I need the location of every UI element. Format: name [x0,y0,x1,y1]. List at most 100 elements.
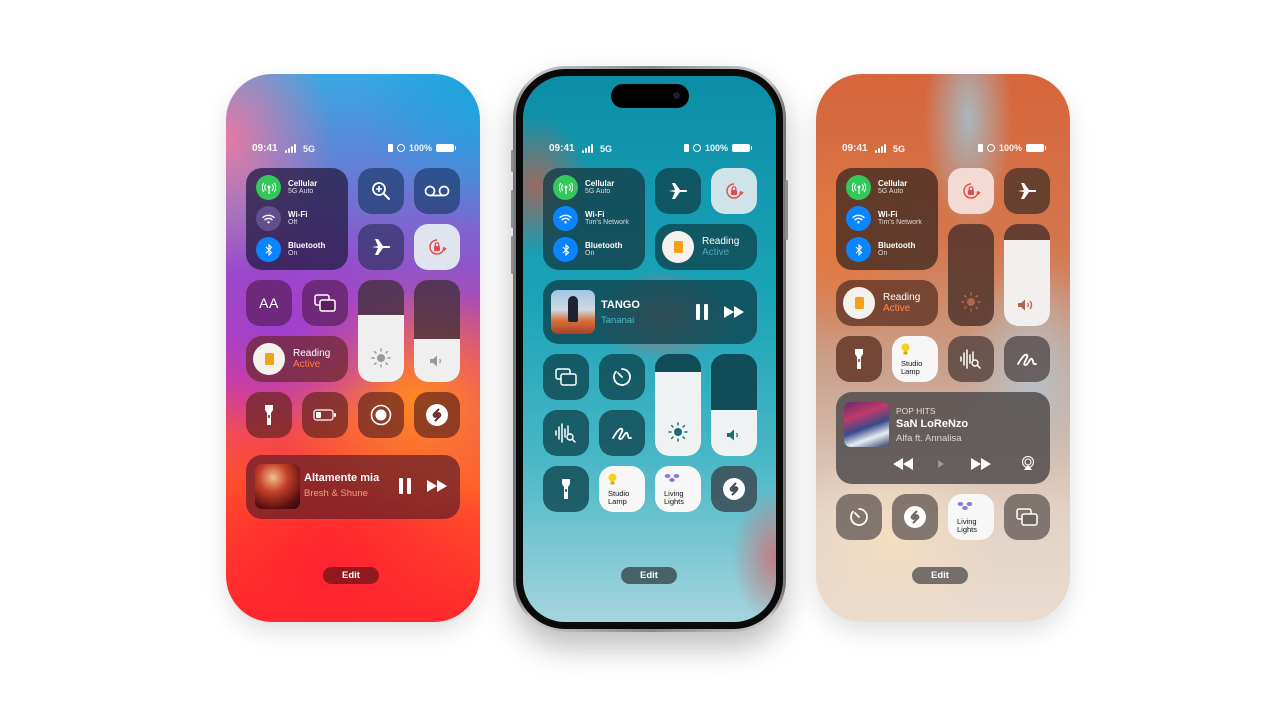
album-art [551,290,595,334]
brightness-slider[interactable] [948,224,994,326]
speaker-icon [727,429,738,441]
accessory-label-line2: Lights [664,496,685,506]
speaker-icon [430,355,441,367]
home-accessory-studio-lamp[interactable]: Studio Lamp [599,466,645,512]
play-button[interactable] [937,459,945,469]
connectivity-panel: Cellular 5G Auto Wi-Fi Tim's Network Bluet… [836,168,938,270]
timer-button[interactable] [836,494,882,540]
skip-forward-button[interactable] [426,479,448,493]
dynamic-island [611,84,689,108]
volume-up-button[interactable] [511,190,514,228]
phone-right-control-center: 09:41 5G 100% Cellular 5G Auto Wi-Fi Tim's… [816,74,1070,622]
brightness-slider[interactable] [655,354,701,456]
shazam-icon [904,506,926,528]
cellular-toggle[interactable]: Cellular 5G Auto [256,175,317,200]
rotation-lock-icon [429,239,447,255]
screen-mirroring-button[interactable] [543,354,589,400]
side-button[interactable] [785,180,788,240]
now-playing-widget[interactable]: POP HITS SaN LoReNzo Alfa ft. Annalisa [836,392,1050,484]
text-size-button[interactable]: AA [246,280,292,326]
shazam-button[interactable] [892,494,938,540]
timer-icon [613,368,631,386]
playlist-name: POP HITS [896,406,936,416]
edit-button[interactable]: Edit [323,567,379,584]
flashlight-button[interactable] [543,466,589,512]
low-power-mode-button[interactable] [302,392,348,438]
volume-slider[interactable] [414,280,460,382]
rotation-lock-button[interactable] [948,168,994,214]
flashlight-icon [855,349,863,369]
wifi-toggle[interactable]: Wi-Fi Tim's Network [846,206,922,231]
airplane-icon [669,183,688,199]
airplane-mode-button[interactable] [655,168,701,214]
home-accessory-living-lights[interactable]: Living Lights [655,466,701,512]
volume-slider[interactable] [711,354,757,456]
shazam-button[interactable] [414,392,460,438]
track-artist: Bresh & Shune [304,488,368,499]
timer-button[interactable] [599,354,645,400]
screen-mirroring-button[interactable] [302,280,348,326]
track-title: Altamente mia [304,472,380,484]
now-playing-widget[interactable]: TANGO Tananai [543,280,757,344]
airplane-mode-button[interactable] [1004,168,1050,214]
book-icon [854,297,864,309]
rotation-lock-button[interactable] [711,168,757,214]
wifi-toggle[interactable]: Wi-Fi Tim's Network [553,206,629,231]
pause-button[interactable] [695,303,709,321]
wifi-label: Wi-Fi [288,209,308,219]
reading-mode-toggle[interactable]: Reading Active [655,224,757,270]
wifi-icon [256,206,281,231]
network-type: 5G [893,144,906,154]
volume-down-button[interactable] [511,236,514,274]
edit-button[interactable]: Edit [621,567,677,584]
edit-button[interactable]: Edit [912,567,968,584]
skip-forward-button[interactable] [970,457,992,471]
track-title: SaN LoReNzo [896,418,969,430]
reading-state: Active [702,247,730,258]
bluetooth-toggle[interactable]: Bluetooth On [553,237,622,262]
wifi-label: Wi-Fi [585,209,605,219]
reading-mode-toggle[interactable]: Reading Active [246,336,348,382]
screen-mirroring-button[interactable] [1004,494,1050,540]
cellular-toggle[interactable]: Cellular 5G Auto [553,175,614,200]
rotation-lock-button[interactable] [414,224,460,270]
reading-mode-toggle[interactable]: Reading Active [836,280,938,326]
cellular-toggle[interactable]: Cellular 5G Auto [846,175,907,200]
markup-button[interactable] [1004,336,1050,382]
skip-forward-button[interactable] [723,305,745,319]
now-playing-widget[interactable]: Altamente mia Bresh & Shune [246,455,460,519]
flashlight-button[interactable] [246,392,292,438]
record-icon [370,404,392,426]
action-button[interactable] [511,150,514,172]
volume-slider[interactable] [1004,224,1050,326]
flashlight-icon [562,479,570,499]
home-accessory-studio-lamp[interactable]: Studio Lamp [892,336,938,382]
brightness-slider[interactable] [358,280,404,382]
flashlight-button[interactable] [836,336,882,382]
sound-recognition-button[interactable] [543,410,589,456]
wifi-toggle[interactable]: Wi-Fi Off [256,206,307,231]
airplane-mode-button[interactable] [358,224,404,270]
timer-icon [850,508,868,526]
home-accessory-living-lights[interactable]: Living Lights [948,494,994,540]
shazam-button[interactable] [711,466,757,512]
shazam-icon [426,404,448,426]
bluetooth-icon [256,237,281,262]
network-type: 5G [600,144,613,154]
airplane-icon [1018,183,1037,199]
bluetooth-toggle[interactable]: Bluetooth On [846,237,915,262]
signature-icon [1017,353,1037,366]
sound-recognition-button[interactable] [948,336,994,382]
voicemail-button[interactable] [414,168,460,214]
wifi-label: Wi-Fi [878,209,898,219]
wifi-icon [553,206,578,231]
track-title: TANGO [601,299,640,311]
airplay-icon[interactable] [1021,456,1035,471]
cellular-label: Cellular [878,178,908,188]
pause-button[interactable] [398,477,412,495]
skip-back-button[interactable] [892,457,914,471]
markup-button[interactable] [599,410,645,456]
magnifier-button[interactable] [358,168,404,214]
screen-recording-button[interactable] [358,392,404,438]
bluetooth-toggle[interactable]: Bluetooth On [256,237,325,262]
